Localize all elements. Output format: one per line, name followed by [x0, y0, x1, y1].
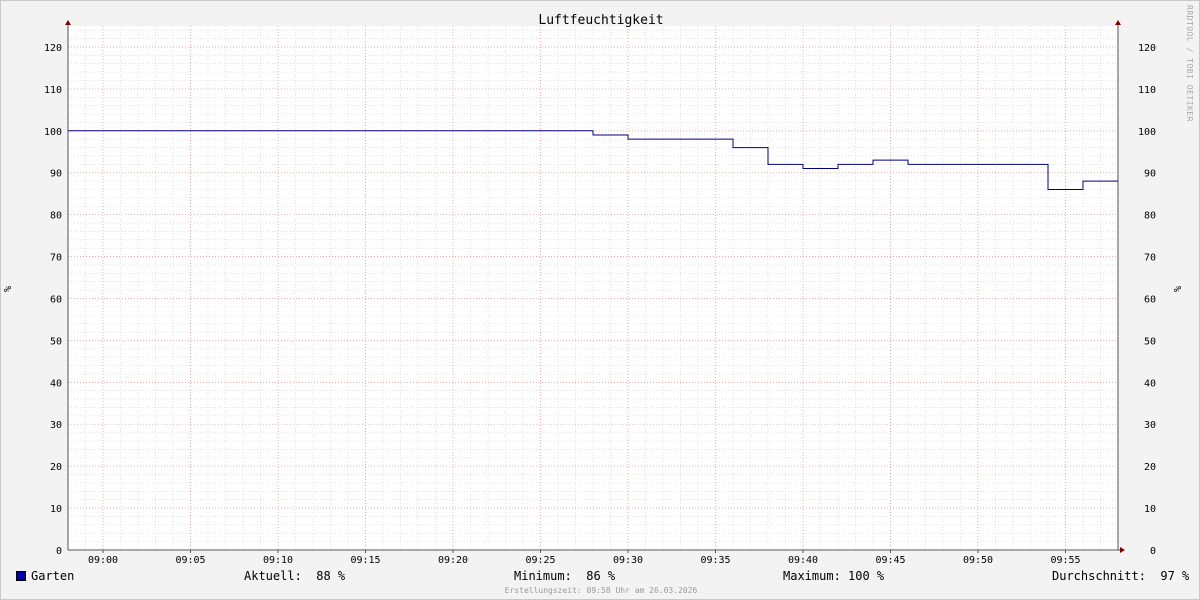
x-tick-label: 09:40 — [788, 555, 818, 566]
legend-min-label: Minimum: — [514, 569, 572, 583]
legend-series-name: Garten — [31, 569, 75, 583]
y-tick-label-left: 60 — [50, 294, 62, 305]
x-tick-label: 09:35 — [700, 555, 730, 566]
x-tick-label: 09:55 — [1050, 555, 1080, 566]
y-axis-label-right: % — [1173, 286, 1184, 292]
x-tick-label: 09:10 — [263, 555, 293, 566]
x-tick-label: 09:25 — [525, 555, 555, 566]
y-tick-label-right: 80 — [1144, 211, 1156, 222]
x-tick-label: 09:45 — [875, 555, 905, 566]
y-axis-label-left: % — [3, 286, 14, 292]
y-tick-label-left: 30 — [50, 420, 62, 431]
y-tick-label-right: 120 — [1138, 43, 1156, 54]
y-tick-label-left: 110 — [44, 85, 62, 96]
x-tick-label: 09:20 — [438, 555, 468, 566]
y-tick-label-right: 30 — [1144, 420, 1156, 431]
legend-avg-value: 97 % — [1160, 569, 1190, 583]
y-tick-label-right: 10 — [1144, 504, 1156, 515]
y-tick-label-left: 10 — [50, 504, 62, 515]
y-tick-label-left: 0 — [56, 546, 62, 557]
chart-panel: 0 10 20 30 40 50 60 70 80 90 100 110 120 0 10 20 30 40 50… — [0, 0, 1200, 600]
y-tick-label-left: 40 — [50, 378, 62, 389]
legend-average: Durchschnitt: 97 % — [1052, 569, 1189, 583]
x-tick-labels: 09:00 09:05 09:10 09:15 09:20 09:25 09:30 09:35… — [88, 555, 1081, 566]
y-tick-label-right: 50 — [1144, 336, 1156, 347]
y-tick-label-left: 20 — [50, 462, 62, 473]
x-tick-label: 09:15 — [350, 555, 380, 566]
y-tick-label-right: 90 — [1144, 169, 1156, 180]
legend-current: Aktuell: 88 % — [244, 569, 345, 583]
legend-min-value: 86 % — [586, 569, 616, 583]
legend-swatch — [16, 571, 26, 581]
x-tick-label: 09:05 — [175, 555, 205, 566]
legend-current-label: Aktuell: — [244, 569, 302, 583]
rrdtool-watermark: RRDTOOL / TOBI OETIKER — [1185, 5, 1194, 122]
legend-current-value: 88 % — [316, 569, 346, 583]
legend-max-label: Maximum: — [783, 569, 841, 583]
x-tick-label: 09:30 — [613, 555, 643, 566]
y-tick-labels-left: 0 10 20 30 40 50 60 70 80 90 100 110 120 — [44, 43, 62, 557]
y-tick-label-right: 0 — [1150, 546, 1156, 557]
x-axis-arrow — [1120, 547, 1125, 553]
y-tick-label-left: 70 — [50, 253, 62, 264]
y-axis-arrow-left — [65, 20, 71, 25]
legend-avg-label: Durchschnitt: — [1052, 569, 1146, 583]
y-tick-label-right: 40 — [1144, 378, 1156, 389]
y-tick-label-right: 100 — [1138, 127, 1156, 138]
y-axis-arrow-right — [1115, 20, 1121, 25]
chart-title: Luftfeuchtigkeit — [538, 13, 663, 28]
legend-minimum: Minimum: 86 % — [514, 569, 615, 583]
y-tick-label-left: 120 — [44, 43, 62, 54]
x-tick-label: 09:50 — [963, 555, 993, 566]
y-tick-labels-right: 0 10 20 30 40 50 60 70 80 90 100 110 120 — [1138, 43, 1156, 557]
y-tick-label-left: 50 — [50, 336, 62, 347]
y-tick-label-left: 80 — [50, 211, 62, 222]
creation-time-footer: Erstellungszeit: 09:58 Uhr am 26.03.2026 — [504, 586, 698, 595]
humidity-chart: 0 10 20 30 40 50 60 70 80 90 100 110 120 0 10 20 30 40 50… — [3, 13, 1184, 566]
legend-maximum: Maximum: 100 % — [783, 569, 884, 583]
y-tick-label-right: 20 — [1144, 462, 1156, 473]
y-tick-label-right: 70 — [1144, 253, 1156, 264]
y-tick-label-left: 100 — [44, 127, 62, 138]
y-tick-label-left: 90 — [50, 169, 62, 180]
y-tick-label-right: 110 — [1138, 85, 1156, 96]
legend-max-value: 100 % — [848, 569, 885, 583]
x-tick-label: 09:00 — [88, 555, 118, 566]
y-tick-label-right: 60 — [1144, 294, 1156, 305]
